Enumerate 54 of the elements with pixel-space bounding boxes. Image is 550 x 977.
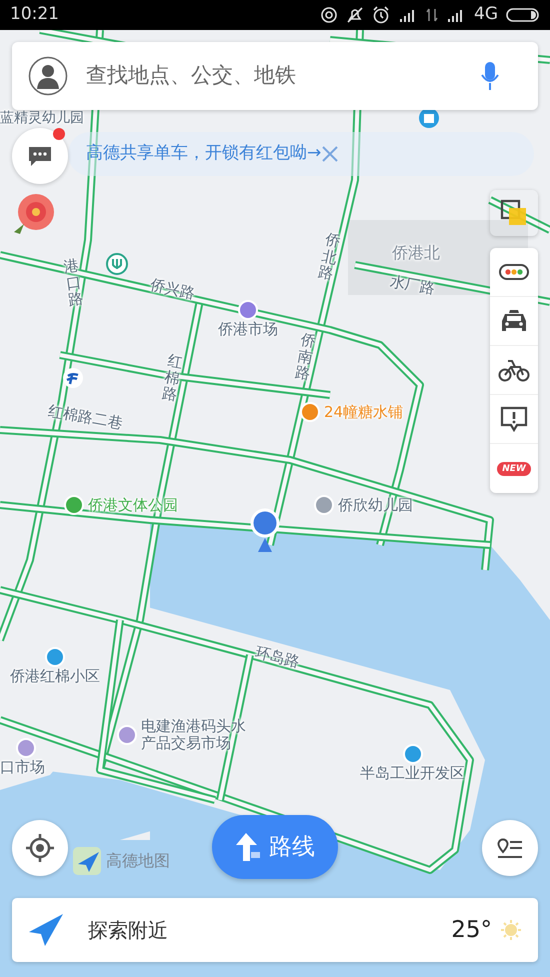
- avatar-icon[interactable]: [28, 56, 68, 96]
- road-label: 港口路: [62, 257, 84, 308]
- bicycle-icon: [498, 358, 530, 382]
- explore-bar[interactable]: 探索附近 25°: [12, 898, 538, 962]
- road-label: 红棉路: [160, 352, 184, 404]
- poi-marker-icon[interactable]: [64, 495, 84, 515]
- place-label: 侨港北: [392, 243, 440, 262]
- microphone-icon[interactable]: [480, 61, 500, 91]
- poi-label[interactable]: 侨港市场: [218, 320, 278, 338]
- paper-plane-icon: [28, 913, 64, 947]
- muted-bell-icon: [346, 6, 364, 24]
- road-label: 侨南路: [294, 331, 318, 382]
- road-label: 侨兴路: [148, 276, 196, 302]
- new-feature-button[interactable]: NEW: [490, 444, 538, 493]
- chat-bubble-icon: [28, 145, 52, 167]
- road-label: 侨北路: [317, 230, 342, 283]
- road-label: 红棉路二巷: [47, 402, 124, 432]
- app-logo-icon: [72, 846, 102, 876]
- banner-text[interactable]: 高德共享单车，开锁有红包呦→: [86, 141, 322, 167]
- explore-label[interactable]: 探索附近: [88, 915, 168, 945]
- notice-banner[interactable]: 高德共享单车，开锁有红包呦→: [68, 132, 534, 176]
- traffic-light-icon: [499, 264, 529, 280]
- road: [488, 196, 550, 234]
- network-type: 4G: [474, 3, 498, 26]
- poi-marker-icon[interactable]: [238, 300, 258, 320]
- location-marker-icon: [250, 508, 280, 554]
- taxi-icon: [500, 309, 528, 333]
- data-arrows-icon: [426, 7, 438, 23]
- alarm-icon: [372, 6, 390, 24]
- status-time: 10:21: [10, 3, 59, 26]
- route-arrow-icon: [235, 832, 261, 862]
- place-label: 蓝精灵幼儿园: [0, 110, 84, 127]
- poi-label[interactable]: 口市场: [0, 758, 45, 776]
- road-label: 环岛路: [254, 642, 302, 672]
- hotspot-icon: [320, 6, 338, 24]
- temperature: 25°: [451, 916, 492, 945]
- locate-icon: [25, 833, 55, 863]
- search-bar[interactable]: 查找地点、公交、地铁: [12, 42, 538, 110]
- route-button[interactable]: 路线: [212, 815, 338, 879]
- road-label: 水厂路: [388, 272, 436, 298]
- pin-list-icon: [497, 837, 523, 859]
- layers-icon: [500, 199, 528, 227]
- poi-label[interactable]: 侨港红棉小区: [10, 667, 100, 685]
- poi-marker-icon[interactable]: [314, 495, 334, 515]
- feedback-icon: [500, 406, 528, 432]
- message-button[interactable]: [12, 128, 68, 184]
- metro-station-icon[interactable]: [106, 253, 128, 275]
- app-name: 高德地图: [106, 850, 170, 872]
- poi-marker-icon[interactable]: [300, 402, 320, 422]
- telecom-logo-icon[interactable]: [62, 367, 84, 389]
- battery-icon: [506, 7, 540, 23]
- search-field[interactable]: 查找地点、公交、地铁: [84, 59, 464, 93]
- close-icon[interactable]: [321, 145, 340, 163]
- sun-icon: [500, 919, 522, 941]
